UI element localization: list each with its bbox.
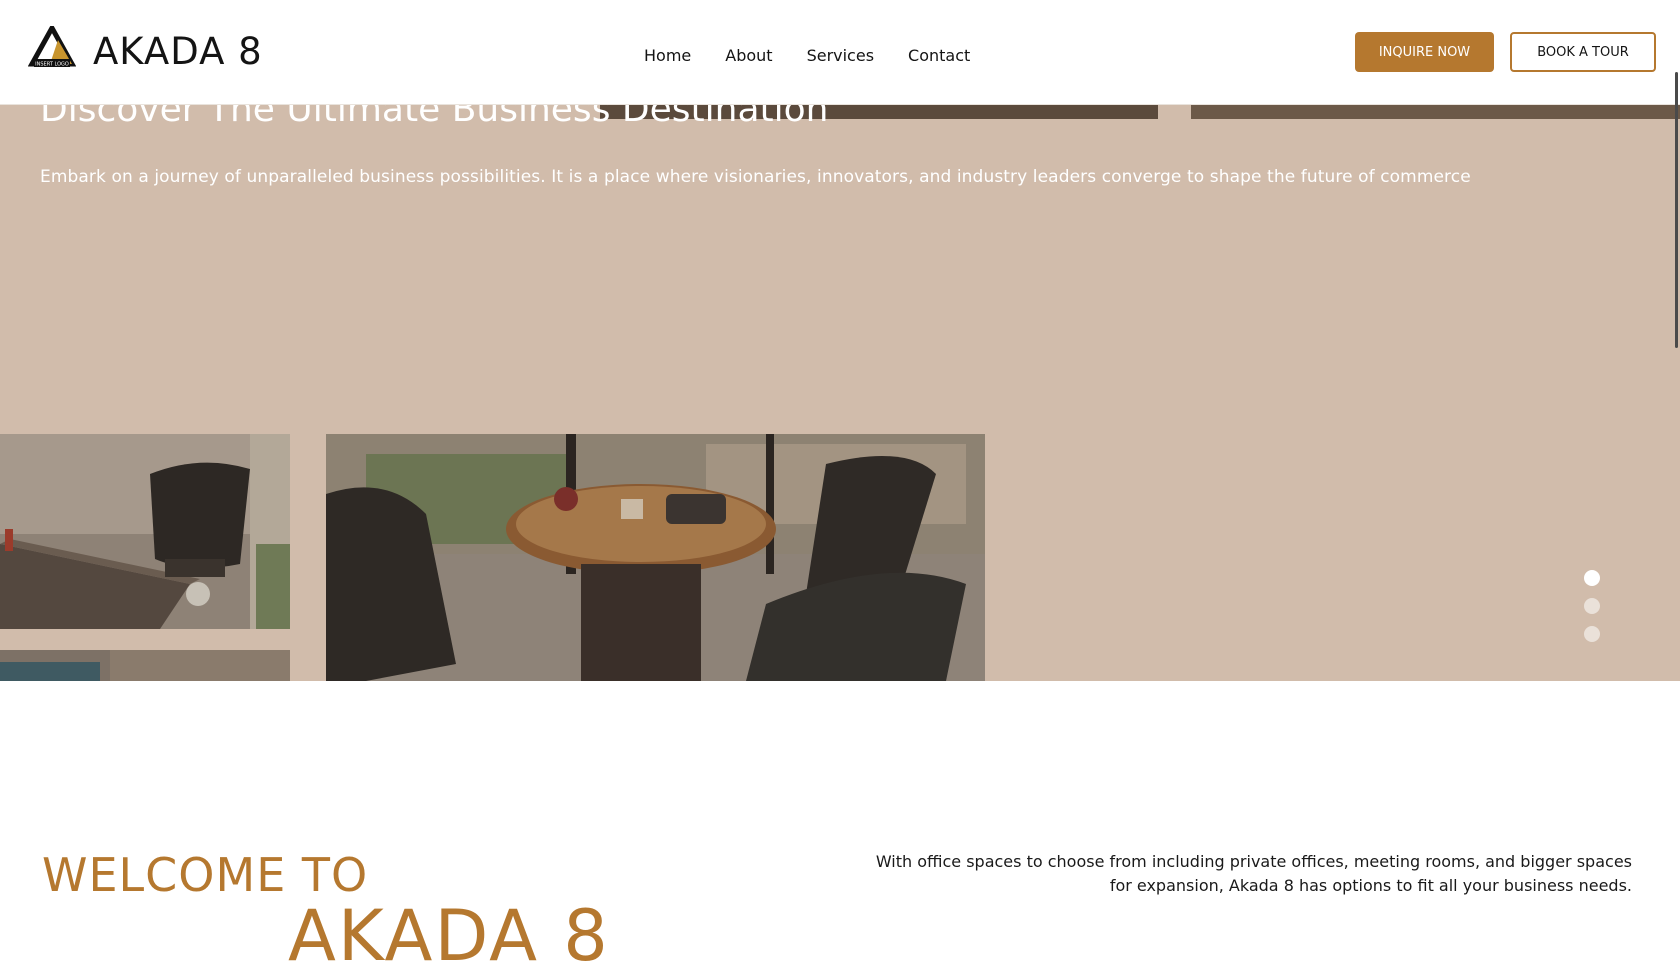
hero-description: Embark on a journey of unparalleled busi… [40,167,1471,187]
welcome-brand-heading: AKADA 8 [288,895,610,965]
book-tour-button[interactable]: BOOK A TOUR [1510,32,1656,72]
logo-icon[interactable]: INSERT LOGO [28,26,76,68]
brand-name[interactable]: AKADA 8 [93,30,263,73]
office-lounge-photo [0,650,290,681]
slider-dots [1584,570,1600,642]
welcome-description: With office spaces to choose from includ… [875,852,1632,895]
nav-contact[interactable]: Contact [908,46,970,65]
hero-title: Discover The Ultimate Business Destinati… [40,105,829,130]
nav-home[interactable]: Home [644,46,691,65]
site-header: INSERT LOGO AKADA 8 Home About Services … [0,0,1680,105]
office-desk-photo [0,434,290,629]
welcome-heading: WELCOME TO [42,848,369,902]
page-scrollbar[interactable] [1675,72,1678,348]
slider-dot-3[interactable] [1584,626,1600,642]
main-nav: Home About Services Contact [644,46,970,65]
hero-photo-strip [1191,105,1680,119]
inquire-now-button[interactable]: INQUIRE NOW [1355,32,1494,72]
hero-section: Discover The Ultimate Business Destinati… [0,105,1680,681]
meeting-room-photo [326,434,985,681]
nav-about[interactable]: About [725,46,772,65]
slider-dot-1[interactable] [1584,570,1600,586]
logo-caption: INSERT LOGO [35,62,69,68]
slider-dot-2[interactable] [1584,598,1600,614]
nav-services[interactable]: Services [807,46,874,65]
